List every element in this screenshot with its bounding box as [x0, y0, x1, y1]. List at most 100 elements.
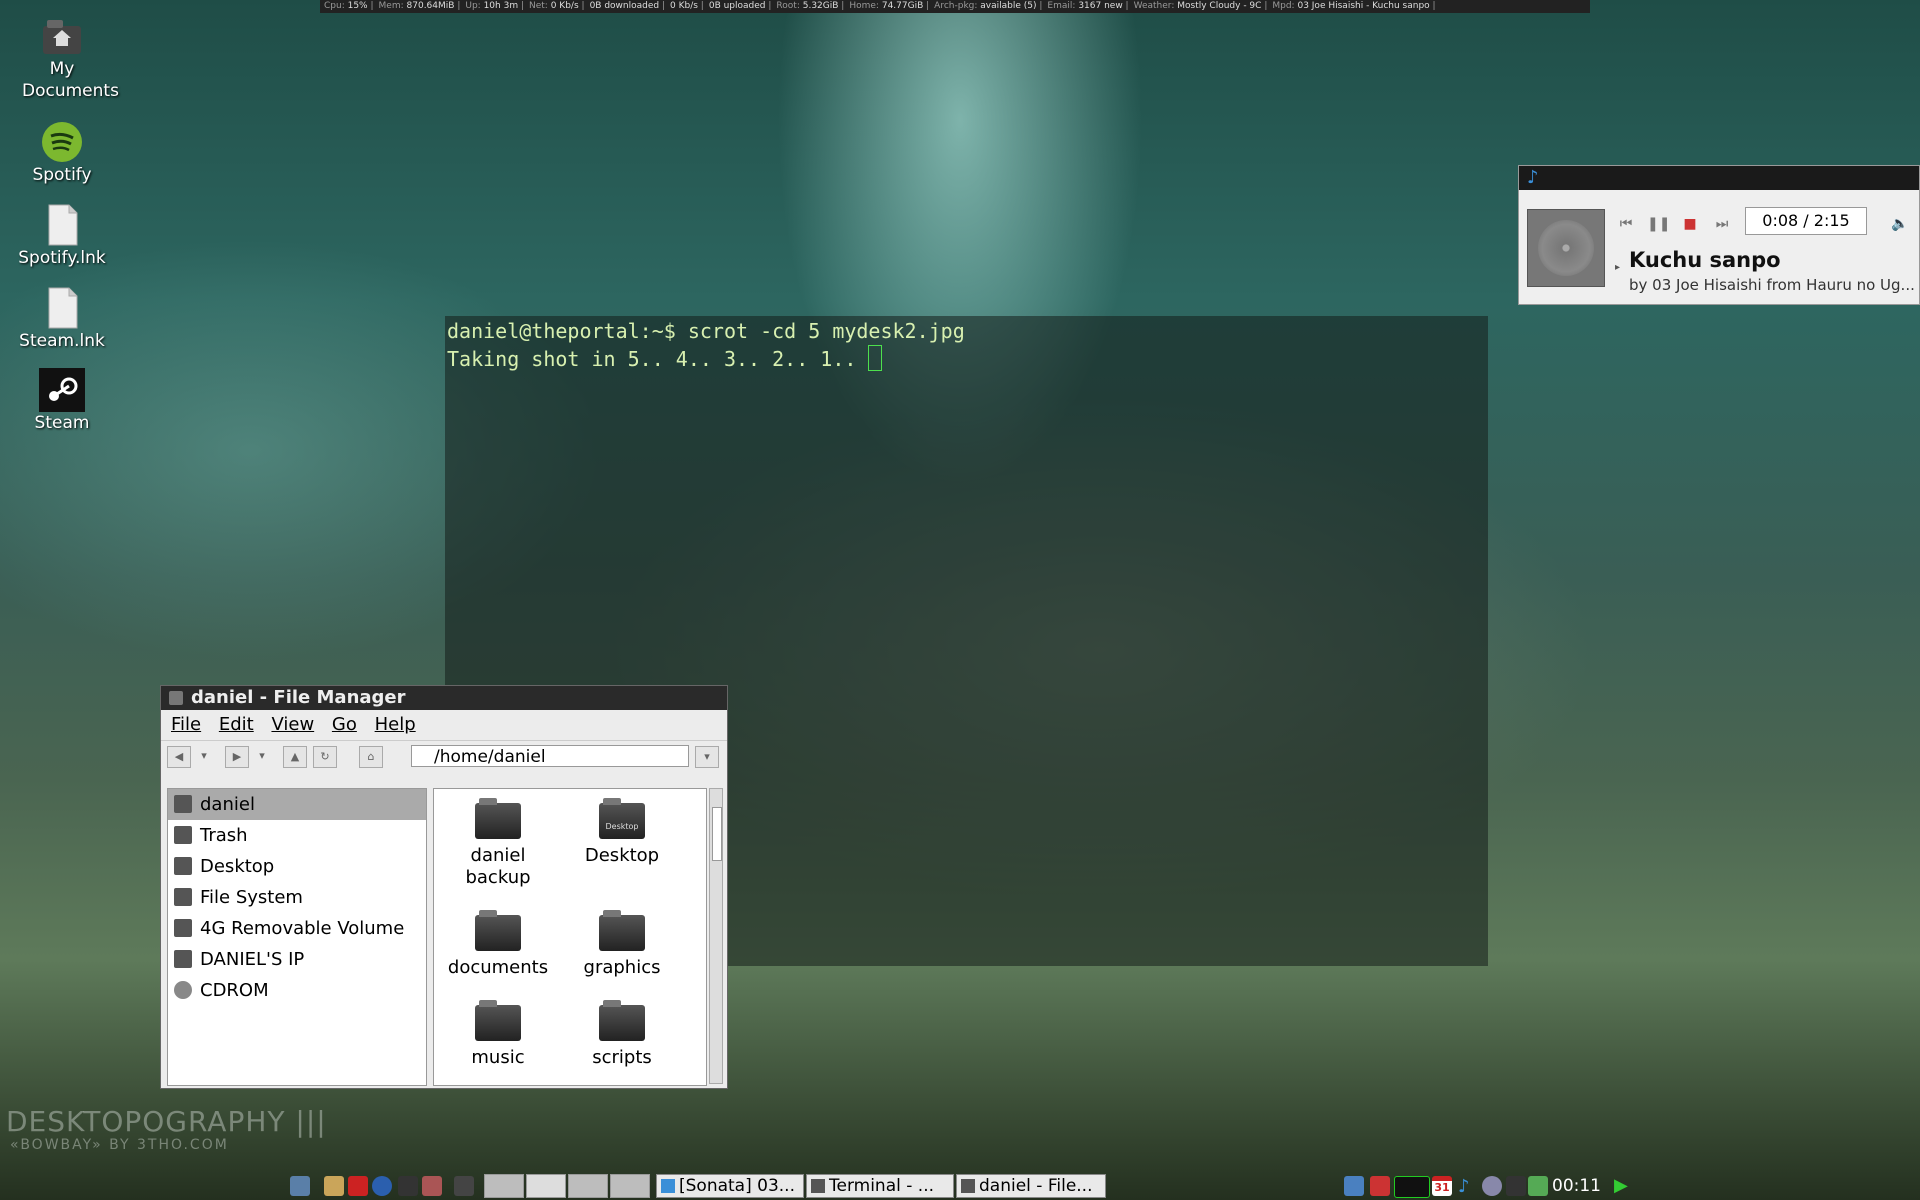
sidebar-item-file-system[interactable]: File System	[168, 882, 426, 913]
previous-button[interactable]: ⏮	[1615, 213, 1637, 235]
folder-item-graphics[interactable]: graphics	[562, 910, 682, 979]
folder-item-scripts[interactable]: scripts	[562, 1000, 682, 1069]
up-button[interactable]: ▲	[283, 746, 307, 768]
file-manager-launcher-icon[interactable]	[324, 1176, 344, 1196]
status-segment: Net: 0 Kb/s |	[529, 1, 585, 11]
workspace-4[interactable]	[610, 1174, 650, 1198]
mail-tray-icon[interactable]	[1506, 1176, 1526, 1196]
reload-button[interactable]: ↻	[313, 746, 337, 768]
menu-help[interactable]: Help	[375, 714, 416, 735]
file-manager-icon	[961, 1179, 975, 1193]
volume-icon[interactable]: 🔈	[1889, 213, 1911, 235]
usb-drive-icon	[174, 919, 192, 937]
workspace-1[interactable]	[484, 1174, 524, 1198]
window-title: daniel - File Manager	[191, 687, 406, 708]
taskbar: [Sonata] 03... Terminal - ... daniel - F…	[0, 1172, 1920, 1200]
desktop-folder-icon: Desktop	[599, 798, 645, 839]
folder-item-desktop[interactable]: Desktop Desktop	[562, 798, 682, 867]
folder-icon	[599, 1000, 645, 1041]
network-disconnected-tray-icon[interactable]	[1370, 1176, 1390, 1196]
desktop-icon-label: Steam	[34, 413, 90, 433]
back-history-icon[interactable]: ▾	[193, 746, 215, 766]
clock[interactable]: 00:11	[1552, 1172, 1601, 1200]
sonata-title-strip: ♪	[1519, 166, 1919, 190]
next-button[interactable]: ⏭	[1711, 213, 1733, 235]
sidebar-item-trash[interactable]: Trash	[168, 820, 426, 851]
progress-time[interactable]: 0:08 / 2:15	[1745, 207, 1867, 235]
cdrom-icon	[174, 981, 192, 999]
window-title-bar[interactable]: daniel - File Manager	[161, 686, 727, 710]
task-sonata[interactable]: [Sonata] 03...	[656, 1174, 804, 1198]
play-tray-icon[interactable]: ▶	[1614, 1175, 1628, 1196]
calendar-tray-icon[interactable]: 31	[1432, 1176, 1452, 1196]
sidebar-item-ipod[interactable]: DANIEL'S IP	[168, 944, 426, 975]
folder-label: daniel backup	[465, 845, 531, 888]
album-art	[1527, 209, 1605, 287]
status-label: Cpu:	[324, 1, 345, 11]
show-desktop-icon[interactable]	[290, 1176, 310, 1196]
forward-button[interactable]: ▶	[225, 746, 249, 768]
stop-button[interactable]: ■	[1679, 213, 1701, 235]
desktop-icon-my-documents[interactable]: My Documents	[8, 14, 119, 102]
steam-icon	[39, 368, 85, 412]
task-file-manager[interactable]: daniel - File...	[956, 1174, 1106, 1198]
location-input[interactable]: /home/daniel	[411, 745, 689, 767]
music-note-tray-icon[interactable]: ♪	[1458, 1176, 1478, 1197]
vertical-scrollbar[interactable]	[709, 788, 723, 1084]
desktop-icon-steam[interactable]: Steam	[8, 368, 116, 434]
status-bar: Cpu: 15% | Mem: 870.64MiB | Up: 10h 3m | Ne…	[320, 0, 1590, 13]
folder-label: graphics	[583, 957, 661, 978]
status-value: 5.32GiB	[802, 1, 839, 11]
expander-arrow-icon[interactable]: ▸	[1615, 262, 1620, 273]
menu-edit[interactable]: Edit	[219, 714, 254, 735]
browser-launcher-icon[interactable]	[372, 1176, 392, 1196]
home-button[interactable]: ⌂	[359, 746, 383, 768]
folder-icon	[475, 1000, 521, 1041]
status-value: 3167 new	[1078, 1, 1123, 11]
sidebar-item-label: daniel	[200, 794, 255, 815]
tool-launcher-icon[interactable]	[422, 1176, 442, 1196]
task-terminal[interactable]: Terminal - ...	[806, 1174, 954, 1198]
sidebar-item-label: File System	[200, 887, 303, 908]
sidebar-item-removable-volume[interactable]: 4G Removable Volume	[168, 913, 426, 944]
status-label: Arch-pkg:	[934, 1, 978, 11]
status-segment: Email: 3167 new |	[1047, 1, 1129, 11]
sidebar-item-desktop[interactable]: Desktop	[168, 851, 426, 882]
status-value: 03 Joe Hisaishi - Kuchu sanpo	[1297, 1, 1430, 11]
desktop-icon-steam-lnk[interactable]: Steam.lnk	[8, 286, 116, 352]
forward-history-icon[interactable]: ▾	[251, 746, 273, 766]
sidebar: daniel Trash Desktop File System 4G Remo…	[167, 788, 427, 1086]
pause-button[interactable]: ❚❚	[1647, 213, 1670, 235]
workspace-3[interactable]	[568, 1174, 608, 1198]
menu-go[interactable]: Go	[332, 714, 357, 735]
sidebar-item-daniel[interactable]: daniel	[168, 789, 426, 820]
menu-view[interactable]: View	[271, 714, 314, 735]
user-tray-icon[interactable]	[1482, 1176, 1502, 1196]
workspace-2[interactable]	[526, 1174, 566, 1198]
location-dropdown-icon[interactable]: ▾	[695, 746, 719, 768]
desktop-icon-spotify[interactable]: Spotify	[8, 120, 116, 186]
screenshot-launcher-icon[interactable]	[454, 1176, 474, 1196]
status-segment: Up: 10h 3m |	[465, 1, 524, 11]
update-tray-icon[interactable]	[1528, 1176, 1548, 1196]
status-segment: 0B uploaded |	[708, 1, 772, 11]
folder-label: scripts	[592, 1047, 652, 1068]
folder-item-music[interactable]: music	[438, 1000, 558, 1069]
music-note-icon	[661, 1179, 675, 1193]
menu-file[interactable]: File	[171, 714, 201, 735]
scrollbar-thumb[interactable]	[712, 807, 722, 861]
folder-item-daniel-backup[interactable]: daniel backup	[438, 798, 558, 889]
network-tray-icon[interactable]	[1344, 1176, 1364, 1196]
steam-launcher-icon[interactable]	[398, 1176, 418, 1196]
terminal-output: Taking shot in 5.. 4.. 3.. 2.. 1..	[447, 347, 869, 371]
desktop-icon-spotify-lnk[interactable]: Spotify.lnk	[8, 203, 116, 269]
folder-item-documents[interactable]: documents	[438, 910, 558, 979]
task-label: Terminal - ...	[829, 1176, 934, 1196]
back-button[interactable]: ◀	[167, 746, 191, 768]
song-artist: by 03 Joe Hisaishi from Hauru no Ug...	[1629, 276, 1915, 294]
sidebar-item-cdrom[interactable]: CDROM	[168, 975, 426, 1006]
pdf-launcher-icon[interactable]	[348, 1176, 368, 1196]
music-note-icon: ♪	[1527, 167, 1539, 188]
status-label: Up:	[465, 1, 481, 11]
cpu-graph-tray-icon	[1394, 1176, 1430, 1198]
